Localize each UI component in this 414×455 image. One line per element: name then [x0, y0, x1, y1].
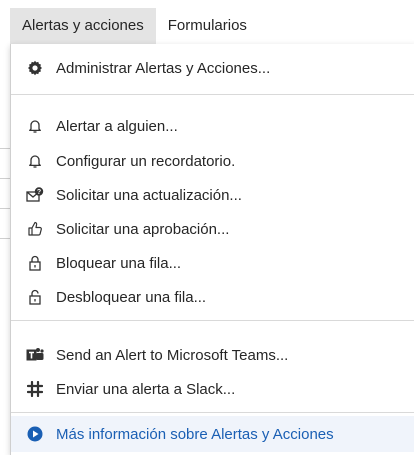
svg-text:?: ?	[37, 189, 41, 196]
gear-icon	[26, 59, 44, 77]
envelope-question-icon: ?	[26, 186, 44, 204]
request-update-item[interactable]: ? Solicitar una actualización...	[11, 179, 414, 211]
sheet-row-line	[0, 178, 10, 179]
sheet-row-line	[0, 238, 10, 239]
slack-icon	[26, 380, 44, 398]
request-approval-label: Solicitar una aprobación...	[56, 220, 230, 238]
request-update-label: Solicitar una actualización...	[56, 186, 242, 204]
sheet-row-line	[0, 208, 10, 209]
play-circle-icon	[26, 425, 44, 443]
menu-separator	[11, 412, 414, 413]
alert-someone-label: Alertar a alguien...	[56, 117, 178, 135]
lock-icon	[26, 254, 44, 272]
unlock-row-item[interactable]: Desbloquear una fila...	[11, 281, 414, 313]
tab-formularios[interactable]: Formularios	[156, 8, 259, 44]
learn-more-link[interactable]: Más información sobre Alertas y Acciones	[11, 416, 414, 452]
microsoft-teams-icon	[26, 346, 44, 364]
alert-someone-item[interactable]: Alertar a alguien...	[11, 110, 414, 142]
background-sheet-edge	[0, 0, 10, 455]
unlock-icon	[26, 288, 44, 306]
bell-icon	[26, 152, 44, 170]
lock-row-label: Bloquear una fila...	[56, 254, 182, 272]
thumbs-up-icon	[26, 220, 44, 238]
menu-separator	[11, 320, 414, 321]
request-approval-item[interactable]: Solicitar una aprobación...	[11, 213, 414, 245]
tab-alertas-y-acciones[interactable]: Alertas y acciones	[10, 8, 156, 44]
menu-bar: Alertas y acciones Formularios	[10, 0, 414, 44]
manage-alerts-label: Administrar Alertas y Acciones...	[56, 59, 271, 77]
set-reminder-label: Configurar un recordatorio.	[56, 152, 236, 170]
manage-alerts-actions-item[interactable]: Administrar Alertas y Acciones...	[11, 52, 414, 84]
bell-icon	[26, 117, 44, 135]
send-slack-alert-item[interactable]: Enviar una alerta a Slack...	[11, 373, 414, 405]
unlock-row-label: Desbloquear una fila...	[56, 288, 207, 306]
send-teams-alert-label: Send an Alert to Microsoft Teams...	[56, 346, 289, 364]
learn-more-label: Más información sobre Alertas y Acciones	[56, 425, 334, 443]
sheet-row-line	[0, 148, 10, 149]
set-reminder-item[interactable]: Configurar un recordatorio.	[11, 145, 414, 177]
menu-separator	[11, 94, 414, 95]
send-teams-alert-item[interactable]: Send an Alert to Microsoft Teams...	[11, 339, 414, 371]
alerts-actions-dropdown: Administrar Alertas y Acciones... Alerta…	[10, 44, 414, 455]
send-slack-alert-label: Enviar una alerta a Slack...	[56, 380, 236, 398]
lock-row-item[interactable]: Bloquear una fila...	[11, 247, 414, 279]
